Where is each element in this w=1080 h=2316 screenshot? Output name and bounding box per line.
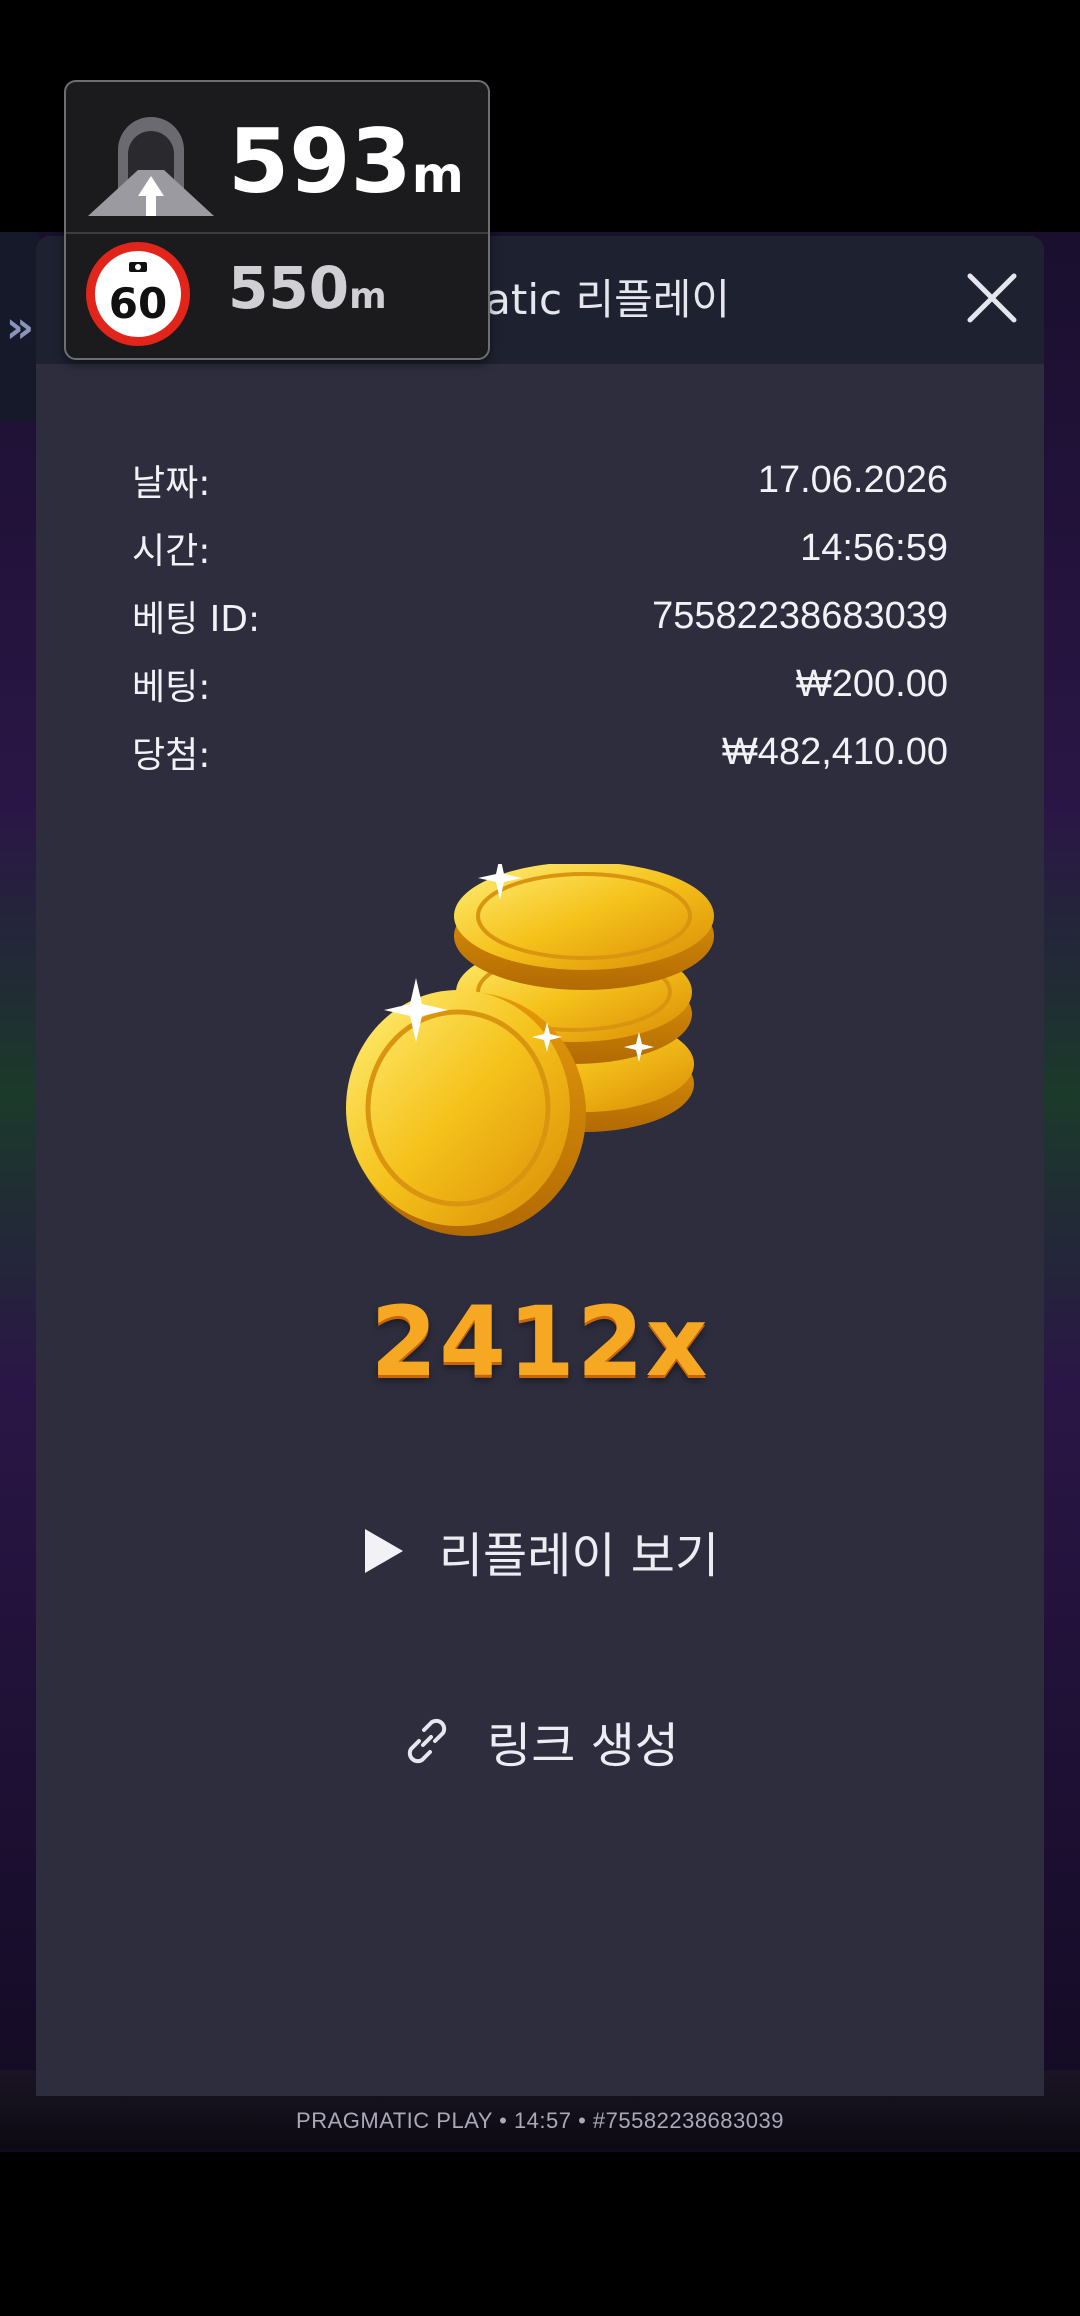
navigation-overlay[interactable]: 593m 60 550m (64, 80, 490, 360)
play-icon (364, 1529, 403, 1573)
speed-limit-value: 60 (108, 279, 168, 328)
replay-modal: Pragmatic 리플레이 날짜: 17.06.2026 시간: 14:56:… (36, 236, 1044, 2096)
info-label: 시간: (132, 531, 211, 572)
info-value: 14:56:59 (800, 526, 948, 569)
info-row-bet: 베팅: ₩200.00 (132, 650, 948, 718)
info-label: 베팅: (132, 667, 211, 708)
close-icon (967, 273, 1017, 323)
link-icon (407, 1718, 447, 1764)
info-value: ₩200.00 (795, 662, 948, 705)
speed-limit-sign: 60 (86, 242, 190, 346)
info-label: 당첨: (132, 735, 211, 776)
create-link-label: 링크 생성 (487, 1718, 679, 1774)
speed-camera-icon (129, 262, 147, 272)
tunnel-icon (88, 117, 214, 216)
double-chevron-right-icon: » (5, 301, 35, 353)
watch-replay-label: 리플레이 보기 (438, 1528, 720, 1584)
info-row-time: 시간: 14:56:59 (132, 514, 948, 582)
sidebar-toggle[interactable]: » (0, 232, 40, 422)
info-label: 날짜: (132, 463, 211, 504)
watch-replay-button[interactable]: 리플레이 보기 (36, 1506, 1044, 1596)
bet-info-list: 날짜: 17.06.2026 시간: 14:56:59 베팅 ID: 75582… (132, 446, 948, 786)
win-multiplier: 2412x (370, 1286, 710, 1398)
info-value: ₩482,410.00 (721, 730, 948, 773)
info-value: 75582238683039 (652, 594, 948, 637)
gold-coins-icon (346, 864, 714, 1236)
info-label: 베팅 ID: (132, 599, 261, 640)
close-button[interactable] (960, 266, 1024, 330)
create-link-button[interactable]: 링크 생성 (36, 1696, 1044, 1786)
divider (66, 232, 488, 234)
info-row-date: 날짜: 17.06.2026 (132, 446, 948, 514)
game-footer-caption: PRAGMATIC PLAY • 14:57 • #75582238683039 (296, 2108, 784, 2133)
speed-camera-distance: 550m (228, 254, 387, 322)
next-turn-distance: 593m (228, 110, 464, 213)
info-row-win: 당첨: ₩482,410.00 (132, 718, 948, 786)
info-row-bet-id: 베팅 ID: 75582238683039 (132, 582, 948, 650)
info-value: 17.06.2026 (757, 458, 948, 501)
